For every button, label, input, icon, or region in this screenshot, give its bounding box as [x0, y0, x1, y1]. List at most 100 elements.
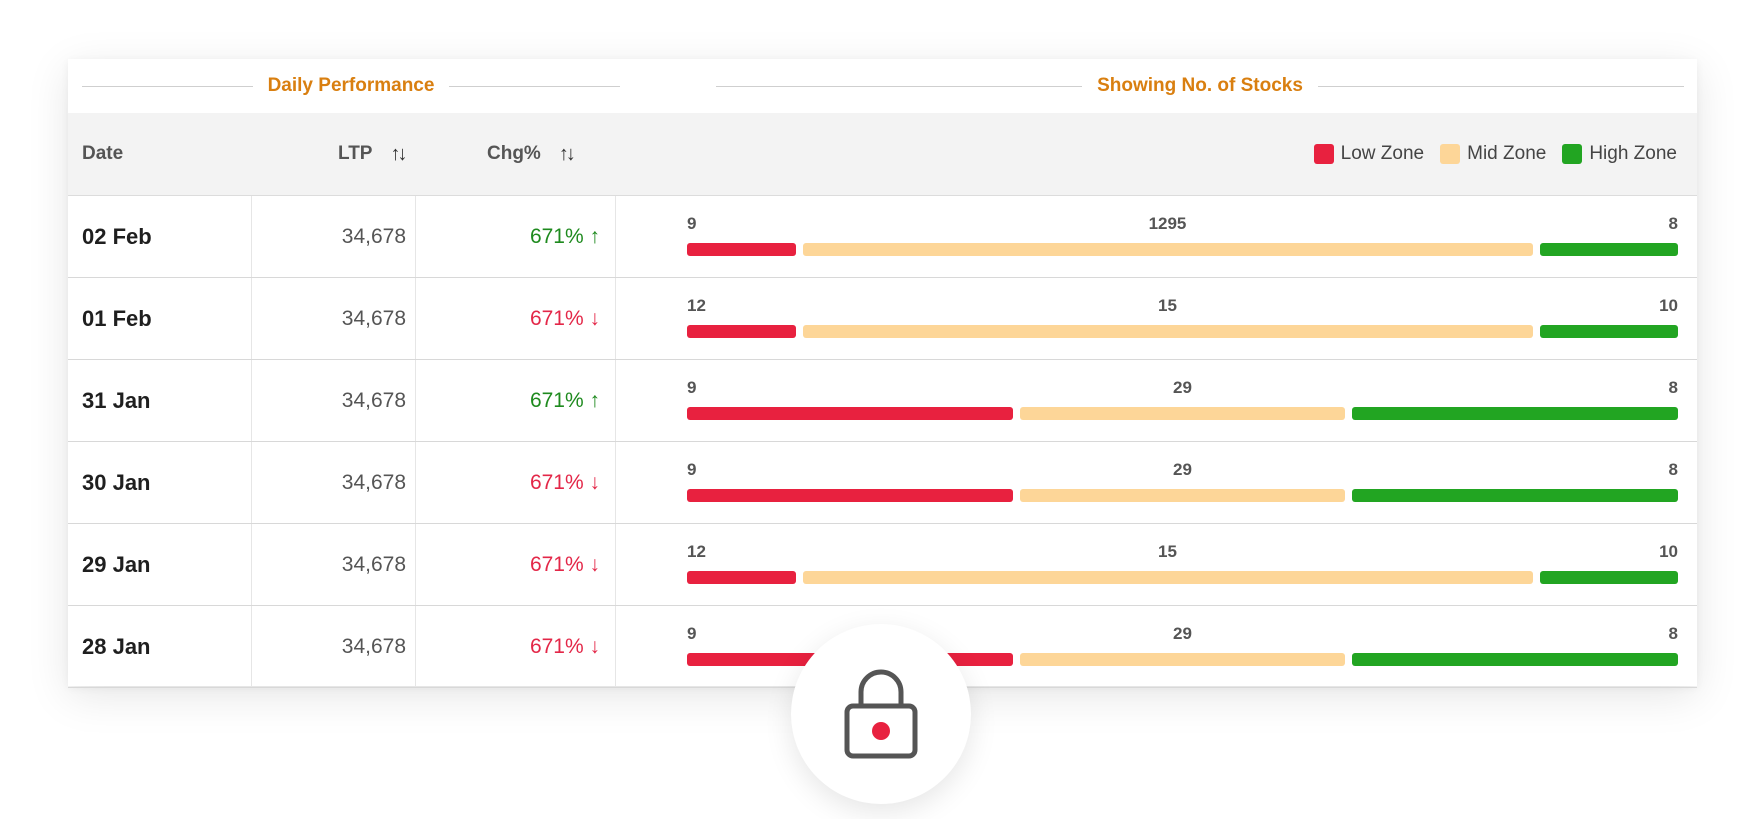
row-chg-percent: 671% ↓: [529, 306, 600, 330]
row-ltp: 34,678: [341, 470, 406, 494]
column-divider: [415, 606, 416, 687]
row-chg-percent: 671% ↓: [529, 470, 600, 494]
column-divider: [615, 278, 616, 359]
mid-zone-count: 29: [1173, 378, 1192, 397]
row-chg-percent: 671% ↑: [529, 388, 600, 412]
mid-zone-count: 15: [1158, 542, 1177, 561]
sort-icon[interactable]: ↑↓: [559, 143, 576, 166]
row-chg-percent: 671% ↓: [529, 634, 600, 658]
high-zone-count: 8: [1668, 378, 1678, 397]
row-ltp: 34,678: [341, 552, 406, 576]
mid-zone-segment: [802, 325, 1533, 338]
column-divider: [415, 360, 416, 441]
legend-label: Mid Zone: [1467, 143, 1547, 164]
table-row[interactable]: 29 Jan 34,678 671% ↓ 12 15 10: [68, 524, 1697, 606]
table-header: Date LTP ↑↓ Chg% ↑↓ Low Zone Mid Zone Hi…: [68, 113, 1697, 196]
low-zone-count: 9: [687, 214, 697, 233]
zone-distribution-bar: 9 29 8: [687, 442, 1679, 523]
low-zone-swatch: [1313, 144, 1334, 164]
legend-low-zone: Low Zone: [1313, 143, 1425, 165]
mid-zone-segment: [1019, 407, 1346, 420]
mid-zone-count: 29: [1173, 460, 1192, 479]
low-zone-segment: [687, 243, 796, 256]
high-zone-count: 10: [1659, 296, 1678, 315]
table-row[interactable]: 01 Feb 34,678 671% ↓ 12 15 10: [68, 278, 1697, 360]
ltp-header[interactable]: LTP ↑↓: [338, 113, 407, 195]
stock-performance-card: Daily Performance Showing No. of Stocks …: [68, 59, 1697, 688]
zone-distribution-bar: 12 15 10: [687, 524, 1678, 605]
column-divider: [415, 196, 416, 277]
column-divider: [615, 524, 616, 605]
column-divider: [251, 442, 252, 523]
column-divider: [615, 606, 616, 687]
low-zone-count: 9: [687, 624, 697, 643]
divider: [82, 85, 253, 87]
zone-legend: Low Zone Mid Zone High Zone: [1313, 113, 1677, 195]
low-zone-segment: [687, 571, 796, 584]
stocks-count-heading: Showing No. of Stocks: [716, 59, 1684, 113]
legend-label: Low Zone: [1340, 143, 1425, 164]
mid-zone-count: 29: [1173, 624, 1192, 643]
daily-performance-heading: Daily Performance: [82, 59, 621, 113]
column-divider: [251, 196, 252, 277]
low-zone-count: 12: [687, 296, 706, 315]
mid-zone-segment: [1019, 489, 1346, 502]
lock-dot: [872, 722, 890, 740]
zone-counts: 9 29 8: [687, 378, 1678, 402]
mid-zone-segment: [802, 243, 1533, 256]
padlock-icon[interactable]: [836, 664, 926, 764]
column-divider: [615, 442, 616, 523]
lock-overlay[interactable]: [791, 624, 971, 804]
column-divider: [251, 360, 252, 441]
date-header: Date: [82, 113, 123, 195]
mid-zone-swatch: [1440, 144, 1461, 164]
low-zone-segment: [687, 325, 796, 338]
row-date: 31 Jan: [82, 387, 151, 413]
divider: [1317, 85, 1684, 87]
zone-distribution-bar: 9 1295 8: [687, 196, 1678, 277]
mid-zone-count: 1295: [1148, 214, 1187, 233]
high-zone-segment: [1352, 653, 1679, 666]
column-divider: [251, 606, 252, 687]
row-chg-percent: 671% ↑: [529, 224, 600, 248]
high-zone-swatch: [1562, 144, 1583, 164]
legend-high-zone: High Zone: [1562, 143, 1677, 165]
chg-header[interactable]: Chg% ↑↓: [487, 113, 576, 195]
low-zone-count: 12: [687, 542, 706, 561]
legend-mid-zone: Mid Zone: [1440, 143, 1546, 165]
zone-bar-track: [687, 407, 1679, 420]
high-zone-segment: [1352, 489, 1679, 502]
ltp-header-label: LTP: [338, 143, 373, 164]
zone-bar-track: [687, 571, 1678, 584]
sort-icon[interactable]: ↑↓: [390, 143, 407, 166]
table-row[interactable]: 02 Feb 34,678 671% ↑ 9 1295 8: [68, 196, 1697, 278]
zone-counts: 9 29 8: [687, 460, 1678, 484]
row-date: 02 Feb: [82, 223, 152, 249]
column-divider: [615, 196, 616, 277]
legend-label: High Zone: [1589, 143, 1677, 164]
table-row[interactable]: 30 Jan 34,678 671% ↓ 9 29 8: [68, 442, 1697, 524]
zone-bar-track: [687, 325, 1678, 338]
column-divider: [251, 524, 252, 605]
zone-bar-track: [687, 243, 1678, 256]
divider: [716, 85, 1083, 87]
row-date: 30 Jan: [82, 469, 151, 495]
column-divider: [415, 278, 416, 359]
low-zone-count: 9: [687, 460, 697, 479]
row-ltp: 34,678: [341, 224, 406, 248]
low-zone-segment: [687, 407, 1013, 420]
high-zone-segment: [1539, 325, 1678, 338]
zone-counts: 12 15 10: [687, 542, 1678, 566]
column-divider: [251, 278, 252, 359]
mid-zone-count: 15: [1158, 296, 1177, 315]
stocks-count-title: Showing No. of Stocks: [1097, 75, 1303, 96]
row-date: 29 Jan: [82, 551, 151, 577]
table-row[interactable]: 31 Jan 34,678 671% ↑ 9 29 8: [68, 360, 1697, 442]
low-zone-count: 9: [687, 378, 697, 397]
zone-distribution-bar: 9 29 8: [687, 360, 1679, 441]
zone-distribution-bar: 12 15 10: [687, 278, 1678, 359]
chg-header-label: Chg%: [487, 143, 541, 164]
high-zone-count: 8: [1668, 214, 1678, 233]
date-header-label: Date: [82, 143, 124, 164]
row-date: 01 Feb: [82, 305, 152, 331]
